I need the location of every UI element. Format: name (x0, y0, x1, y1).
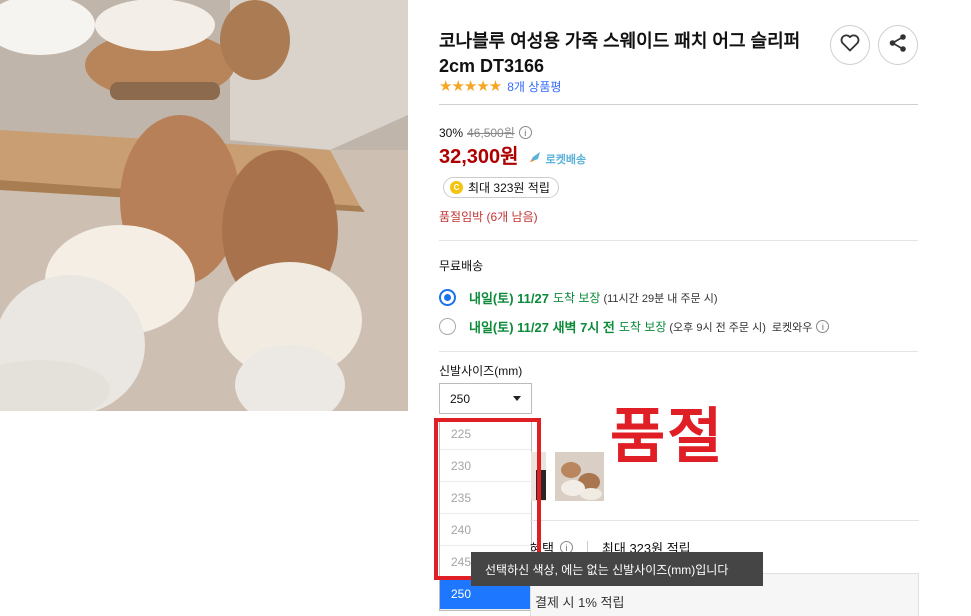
share-button[interactable] (878, 25, 918, 65)
info-icon[interactable]: i (518, 126, 532, 139)
share-icon (888, 33, 908, 58)
shipping-note: (오후 9시 전 주문 시) (669, 321, 766, 334)
product-title: 코나블루 여성용 가죽 스웨이드 패치 어그 슬리퍼 2cm DT3166 (439, 31, 801, 76)
caret-down-icon (513, 396, 521, 401)
heart-icon (840, 34, 860, 57)
stock-warning: 품절임박 (6개 남음) (439, 210, 538, 224)
price-row: 32,300원 로켓배송 (439, 140, 586, 169)
cash-reward-badge: C 최대 323원 적립 (443, 177, 559, 198)
size-unavailable-tooltip: 선택하신 색상, 에는 없는 신발사이즈(mm)입니다 (471, 552, 763, 586)
shipping-date: 내일(토) 11/27 새벽 7시 전 (469, 320, 615, 335)
original-price: 46,500원 (467, 126, 515, 140)
free-shipping-label: 무료배송 (439, 259, 484, 273)
shipping-option-dawn[interactable]: 내일(토) 11/27 새벽 7시 전 도착 보장 (오후 9시 전 주문 시)… (439, 317, 830, 336)
shipping-radio[interactable] (439, 318, 456, 335)
product-info-panel: 코나블루 여성용 가죽 스웨이드 패치 어그 슬리퍼 2cm DT3166 ★★… (439, 0, 919, 616)
info-icon[interactable]: i (816, 320, 830, 333)
divider (439, 351, 918, 352)
size-select[interactable]: 250 (439, 383, 532, 414)
color-thumbnail[interactable] (555, 452, 604, 501)
rocket-delivery-label: 로켓배송 (545, 153, 587, 166)
size-select-value: 250 (450, 391, 471, 406)
shipping-guarantee: 도착 보장 (552, 291, 601, 305)
card-benefit-text: 결제 시 1% 적립 (535, 595, 625, 610)
size-option[interactable]: 240 (440, 514, 531, 546)
size-option[interactable]: 235 (440, 482, 531, 514)
discount-row: 30% 46,500원 i (439, 124, 532, 141)
coin-icon: C (450, 181, 463, 194)
rating-row: ★★★★★ 8개 상품평 (439, 77, 561, 95)
soldout-annotation: 품절 (610, 402, 725, 472)
sale-price: 32,300원 (439, 146, 519, 168)
color-thumbnail[interactable] (531, 452, 546, 501)
shipping-guarantee: 도착 보장 (618, 320, 667, 334)
rocket-icon (529, 151, 543, 166)
product-main-image (0, 0, 408, 411)
size-selector-label: 신발사이즈(mm) (439, 364, 523, 378)
shipping-radio-selected[interactable] (439, 289, 456, 306)
review-count-link[interactable]: 8개 상품평 (507, 78, 561, 95)
shipping-option-next-day[interactable]: 내일(토) 11/27 도착 보장 (11시간 29분 내 주문 시) (439, 288, 718, 307)
rating-stars: ★★★★★ (439, 78, 502, 95)
size-option[interactable]: 230 (440, 450, 531, 482)
divider (439, 104, 918, 105)
rocket-wow-label: 로켓와우 (771, 321, 813, 334)
rocket-delivery-badge: 로켓배송 (529, 151, 586, 167)
divider (439, 240, 918, 241)
discount-rate: 30% (439, 125, 464, 140)
cash-reward-text: 최대 323원 적립 (468, 181, 550, 195)
shipping-date: 내일(토) 11/27 (469, 291, 549, 306)
shipping-note: (11시간 29분 내 주문 시) (603, 292, 718, 305)
size-option[interactable]: 225 (440, 418, 531, 450)
divider (530, 520, 919, 521)
favorite-button[interactable] (830, 25, 870, 65)
